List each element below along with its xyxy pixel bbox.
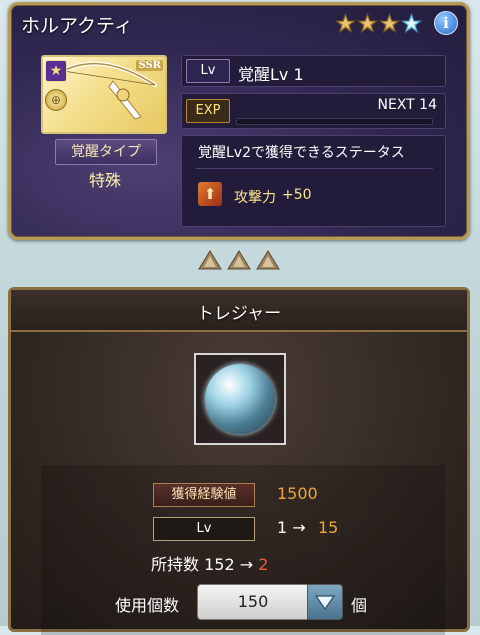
gained-exp-value: 1500 (277, 484, 318, 503)
weapon-panel: ホルアクティ i SSR ★ ⊕ 覚醒タイプ 特殊 Lv 覚醒Lv 1 EXP … (8, 2, 470, 240)
lv-tag: Lv (186, 59, 230, 83)
info-icon[interactable]: i (434, 11, 458, 35)
level-from: 1 → (277, 518, 306, 537)
awaken-level-text: 覚醒Lv 1 (238, 65, 304, 84)
star-icon (401, 13, 422, 34)
next-status-box: 覚醒Lv2で獲得できるステータス ⬆ 攻撃力 +50 (181, 135, 446, 227)
use-count-label: 使用個数 (115, 596, 180, 615)
treasure-item-frame[interactable] (194, 353, 286, 445)
star-icon (379, 13, 400, 34)
treasure-header: トレジャー (11, 290, 467, 332)
level-triangle-icon (256, 250, 280, 270)
gained-exp-label: 獲得経験値 (153, 483, 255, 507)
use-count-dropdown[interactable] (307, 584, 343, 620)
divider (196, 168, 433, 169)
treasure-info-area: 獲得経験値 1500 Lv 1 → 15 所持数 152 → 2 使用個数 15… (41, 465, 445, 635)
weapon-image: SSR ★ ⊕ (41, 55, 167, 134)
exp-next-text: NEXT 14 (377, 97, 437, 113)
weapon-type-icon: ⊕ (45, 89, 67, 111)
exp-progress-bar (236, 118, 433, 125)
rarity-stars (335, 13, 422, 34)
level-to: 15 (318, 518, 339, 537)
awaken-type-label: 覚醒タイプ (55, 139, 157, 165)
attack-up-icon: ⬆ (198, 182, 222, 206)
exp-tag: EXP (186, 99, 230, 123)
treasure-orb-icon (205, 364, 275, 434)
use-count-unit: 個 (351, 596, 368, 615)
awaken-level-row: Lv 覚醒Lv 1 (181, 55, 446, 87)
element-star-icon: ★ (45, 60, 67, 82)
treasure-panel: トレジャー 獲得経験値 1500 Lv 1 → 15 所持数 152 → 2 使… (8, 287, 470, 635)
rarity-badge: SSR (136, 60, 163, 71)
weapon-name: ホルアクティ (21, 15, 133, 37)
star-icon (357, 13, 378, 34)
attack-label: 攻撃力 (234, 190, 276, 206)
attack-value: +50 (282, 187, 312, 203)
owned-count: 所持数 152 → 2 (151, 551, 268, 575)
level-triangle-icon (198, 250, 222, 270)
next-status-title: 覚醒Lv2で獲得できるステータス (198, 145, 405, 161)
chevron-down-icon (314, 595, 336, 611)
owned-count-after: 2 (258, 555, 269, 574)
level-triangle-icon (227, 250, 251, 270)
use-count-input[interactable]: 150 (197, 584, 309, 620)
awaken-type-value: 特殊 (88, 171, 121, 190)
treasure-title: トレジャー (196, 304, 282, 324)
exp-row: EXP NEXT 14 (181, 93, 446, 129)
level-label: Lv (153, 517, 255, 541)
owned-count-prefix: 所持数 152 → (151, 555, 254, 574)
star-icon (335, 13, 356, 34)
